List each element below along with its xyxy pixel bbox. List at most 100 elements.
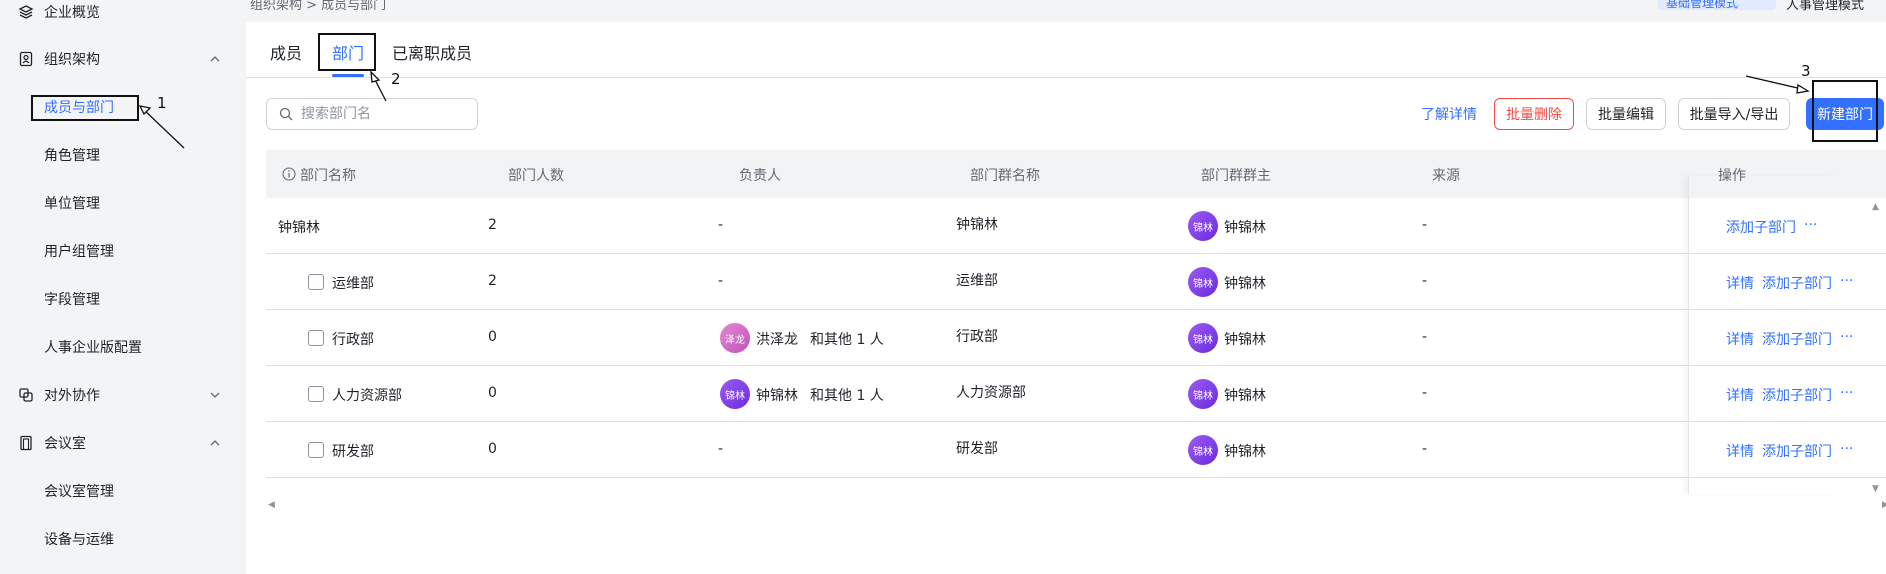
annotation-box-2 xyxy=(318,33,376,71)
annotation-box-1 xyxy=(31,95,139,121)
sidebar-item-label: 单位管理 xyxy=(44,196,100,212)
chevron-up-icon xyxy=(210,56,220,62)
department-name[interactable]: 运维部 xyxy=(332,273,374,293)
app-root: 企业概览 组织架构 成员与部门 角色管理 单位管理 用户组管理 字段管理 人事企… xyxy=(0,0,1886,574)
owner-name: 钟锦林 xyxy=(1224,220,1266,236)
department-name[interactable]: 钟锦林 xyxy=(278,217,320,237)
more-icon[interactable]: ··· xyxy=(1840,273,1853,289)
owner-name: 钟锦林 xyxy=(1224,388,1266,404)
scroll-up-icon[interactable]: ▲ xyxy=(1872,202,1879,212)
sidebar-item-meeting-room-manage[interactable]: 会议室管理 xyxy=(0,471,246,511)
member-count: 0 xyxy=(488,385,497,401)
door-icon xyxy=(20,435,32,451)
sidebar-item-label: 对外协作 xyxy=(44,388,100,404)
sidebar-item-external[interactable]: 对外协作 xyxy=(0,375,246,415)
sidebar-item-fields[interactable]: 字段管理 xyxy=(0,279,246,319)
sidebar-item-overview[interactable]: 企业概览 xyxy=(0,0,246,32)
info-icon[interactable] xyxy=(282,167,296,181)
chevron-up-icon xyxy=(210,440,220,446)
header-department-name: 部门名称 xyxy=(300,168,356,184)
table-row[interactable]: 运维部 2 - 运维部 锦林 钟锦林 - 详情 添加子部门 ··· xyxy=(266,254,1886,310)
leader-name: 洪泽龙 xyxy=(756,332,798,348)
search-icon xyxy=(279,107,293,121)
tab-active-indicator xyxy=(332,74,364,77)
tab-members[interactable]: 成员 xyxy=(270,40,302,64)
department-name[interactable]: 研发部 xyxy=(332,441,374,461)
basic-mode-button[interactable]: 基础管理模式 xyxy=(1658,0,1776,10)
batch-delete-button[interactable]: 批量删除 xyxy=(1494,98,1574,130)
tab-bar: 成员 部门 已离职成员 xyxy=(246,22,1886,78)
leader-name: - xyxy=(718,273,724,289)
search-input[interactable] xyxy=(301,106,471,122)
scroll-right-icon[interactable]: ▶ xyxy=(1882,500,1886,510)
owner-name: 钟锦林 xyxy=(1224,332,1266,348)
sidebar-item-user-groups[interactable]: 用户组管理 xyxy=(0,231,246,271)
sidebar-item-hr-config[interactable]: 人事企业版配置 xyxy=(0,327,246,367)
source: - xyxy=(1422,441,1428,457)
hr-mode-link[interactable]: 人事管理模式 xyxy=(1786,0,1864,13)
avatar: 泽龙 xyxy=(720,323,750,353)
more-icon[interactable]: ··· xyxy=(1840,385,1853,401)
department-name[interactable]: 行政部 xyxy=(332,329,374,349)
header-member-count: 部门人数 xyxy=(508,168,564,184)
share-icon xyxy=(19,388,33,402)
table-row[interactable]: 人力资源部 0 锦林 钟锦林 和其他 1 人 人力资源部 锦林 钟锦林 - 详情… xyxy=(266,366,1886,422)
scroll-left-icon[interactable]: ◀ xyxy=(268,500,275,510)
row-checkbox[interactable] xyxy=(308,442,324,458)
member-count: 0 xyxy=(488,441,497,457)
batch-import-export-button[interactable]: 批量导入/导出 xyxy=(1678,98,1790,130)
horizontal-scrollbar[interactable]: ◀ ▶ xyxy=(266,498,1886,514)
annotation-label-2: 2 xyxy=(391,70,401,88)
sidebar-item-label: 会议室管理 xyxy=(44,484,114,500)
sidebar-item-meeting-room[interactable]: 会议室 xyxy=(0,423,246,463)
department-search[interactable] xyxy=(266,98,478,130)
group-name: 运维部 xyxy=(956,273,998,289)
avatar: 锦林 xyxy=(720,379,750,409)
member-count: 2 xyxy=(488,217,497,233)
table-row[interactable]: 钟锦林 2 - 钟锦林 锦林 钟锦林 - 添加子部门 ··· xyxy=(266,198,1886,254)
more-icon[interactable]: ··· xyxy=(1840,329,1853,345)
avatar: 锦林 xyxy=(1188,379,1218,409)
sidebar-item-roles[interactable]: 角色管理 xyxy=(0,135,246,175)
more-icon[interactable]: ··· xyxy=(1840,441,1853,457)
header-source: 来源 xyxy=(1432,168,1460,184)
sidebar-item-label: 会议室 xyxy=(44,436,86,452)
layers-icon xyxy=(18,5,34,19)
leader-name: - xyxy=(718,441,724,457)
table-row[interactable]: 行政部 0 泽龙 洪泽龙 和其他 1 人 行政部 锦林 钟锦林 - 详情 添加子… xyxy=(266,310,1886,366)
sidebar-item-label: 字段管理 xyxy=(44,292,100,308)
table-row[interactable]: 研发部 0 - 研发部 锦林 钟锦林 - 详情 添加子部门 ··· xyxy=(266,422,1886,478)
sidebar-item-units[interactable]: 单位管理 xyxy=(0,183,246,223)
source: - xyxy=(1422,217,1428,233)
annotation-box-3 xyxy=(1812,80,1878,142)
breadcrumb[interactable]: 组织架构 > 成员与部门 xyxy=(250,0,386,13)
owner-name: 钟锦林 xyxy=(1224,444,1266,460)
annotation-label-3: 3 xyxy=(1801,62,1811,80)
sidebar-item-org[interactable]: 组织架构 xyxy=(0,39,246,79)
group-name: 人力资源部 xyxy=(956,385,1026,401)
topbar: 组织架构 > 成员与部门 基础管理模式 人事管理模式 xyxy=(246,0,1886,22)
learn-more-link[interactable]: 了解详情 xyxy=(1421,104,1477,124)
row-checkbox[interactable] xyxy=(308,274,324,290)
batch-edit-button[interactable]: 批量编辑 xyxy=(1586,98,1666,130)
source: - xyxy=(1422,385,1428,401)
annotation-label-1: 1 xyxy=(157,94,167,112)
sidebar-item-devices[interactable]: 设备与运维 xyxy=(0,519,246,559)
group-name: 研发部 xyxy=(956,441,998,457)
member-count: 0 xyxy=(488,329,497,345)
row-checkbox[interactable] xyxy=(308,330,324,346)
header-leader: 负责人 xyxy=(739,168,781,184)
leader-extra: 和其他 1 人 xyxy=(810,332,884,348)
sidebar-item-label: 设备与运维 xyxy=(44,532,114,548)
avatar: 锦林 xyxy=(1188,211,1218,241)
row-checkbox[interactable] xyxy=(308,386,324,402)
sidebar-item-label: 人事企业版配置 xyxy=(44,340,142,356)
table-header: 部门名称 部门人数 负责人 部门群名称 部门群群主 来源 操作 xyxy=(266,150,1886,198)
department-name[interactable]: 人力资源部 xyxy=(332,385,402,405)
group-name: 钟锦林 xyxy=(956,217,998,233)
sidebar-item-label: 组织架构 xyxy=(44,52,100,68)
scroll-down-icon[interactable]: ▼ xyxy=(1872,484,1879,494)
tab-departed-members[interactable]: 已离职成员 xyxy=(392,40,472,64)
header-group-owner: 部门群群主 xyxy=(1201,168,1271,184)
source: - xyxy=(1422,273,1428,289)
